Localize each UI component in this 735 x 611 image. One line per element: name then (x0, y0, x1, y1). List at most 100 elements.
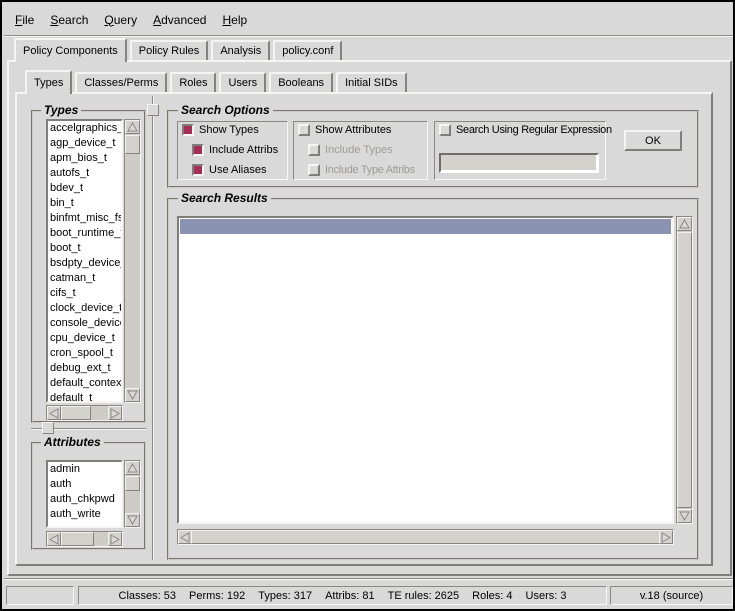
scroll-down-button[interactable] (125, 513, 140, 527)
checkbox-label: Use Aliases (209, 164, 266, 176)
menubar: File Search Query Advanced Help (4, 4, 735, 36)
subtab-booleans[interactable]: Booleans (269, 72, 333, 92)
scroll-right-button[interactable] (108, 406, 122, 420)
results-textarea[interactable] (177, 216, 674, 524)
regex-checkbox[interactable]: Search Using Regular Expression (439, 123, 612, 137)
list-item[interactable]: boot_runtime_t (50, 226, 121, 241)
list-item[interactable]: bin_t (50, 196, 121, 211)
menu-query[interactable]: Query (104, 13, 137, 27)
list-item[interactable]: autofs_t (50, 166, 121, 181)
scroll-up-icon (127, 122, 138, 132)
list-item[interactable]: admin (50, 462, 121, 477)
tab-policy-rules[interactable]: Policy Rules (130, 40, 209, 60)
subtab-classes-perms[interactable]: Classes/Perms (75, 72, 167, 92)
checkbox-unchecked-icon (298, 124, 310, 136)
checkbox-label: Show Attributes (315, 124, 391, 136)
include-attribs-checkbox[interactable]: Include Attribs (192, 143, 278, 157)
list-item[interactable]: auth (50, 477, 121, 492)
status-types: Types: 317 (258, 590, 312, 602)
scroll-down-button[interactable] (677, 509, 692, 523)
scroll-left-icon (180, 532, 190, 543)
list-item[interactable]: auth_chkpwd (50, 492, 121, 507)
list-item[interactable]: auth_write (50, 507, 121, 522)
menu-search[interactable]: Search (50, 13, 88, 27)
types-listbox[interactable]: accelgraphics_eagp_device_tapm_bios_taut… (46, 119, 123, 403)
list-item[interactable]: default_t (50, 391, 121, 403)
list-item[interactable]: apm_bios_t (50, 151, 121, 166)
types-groupbox-label: Types (41, 103, 81, 117)
list-item[interactable]: accelgraphics_e (50, 121, 121, 136)
ok-button[interactable]: OK (624, 130, 682, 151)
list-item[interactable]: clock_device_t (50, 301, 121, 316)
scrollbar-thumb[interactable] (61, 406, 91, 420)
scroll-left-button[interactable] (47, 406, 61, 420)
list-item[interactable]: cron_spool_t (50, 346, 121, 361)
types-horizontal-scrollbar[interactable] (46, 405, 123, 421)
scrollbar-thumb[interactable] (125, 476, 140, 491)
scroll-right-button[interactable] (108, 532, 122, 546)
scroll-down-button[interactable] (125, 388, 140, 402)
attributes-horizontal-scrollbar[interactable] (46, 531, 123, 547)
list-item[interactable]: console_device (50, 316, 121, 331)
tab-analysis[interactable]: Analysis (211, 40, 270, 60)
scrollbar-thumb[interactable] (191, 530, 660, 544)
attributes-groupbox-label: Attributes (41, 435, 104, 449)
scrollbar-thumb[interactable] (61, 532, 94, 546)
app-window: File Search Query Advanced Help Policy C… (0, 0, 735, 611)
scroll-left-button[interactable] (47, 532, 61, 546)
scrollbar-thumb[interactable] (677, 232, 692, 508)
use-aliases-checkbox[interactable]: Use Aliases (192, 163, 266, 177)
list-item[interactable]: bsdpty_device_ (50, 256, 121, 271)
search-options-groupbox-label: Search Options (178, 103, 273, 117)
results-horizontal-scrollbar[interactable] (177, 529, 674, 545)
types-vertical-scrollbar[interactable] (124, 119, 141, 403)
subtab-initial-sids[interactable]: Initial SIDs (336, 72, 407, 92)
status-users: Users: 3 (526, 590, 567, 602)
list-item[interactable]: cpu_device_t (50, 331, 121, 346)
menu-help[interactable]: Help (222, 13, 247, 27)
menu-advanced[interactable]: Advanced (153, 13, 206, 27)
regex-input[interactable] (439, 153, 599, 173)
attributes-listbox[interactable]: adminauthauth_chkpwdauth_write (46, 460, 123, 528)
status-te-rules: TE rules: 2625 (388, 590, 460, 602)
menu-file[interactable]: File (15, 13, 34, 27)
sash-handle[interactable] (42, 422, 54, 434)
scroll-up-button[interactable] (125, 120, 140, 134)
scroll-left-button[interactable] (178, 530, 192, 544)
list-item[interactable]: agp_device_t (50, 136, 121, 151)
list-item[interactable]: bdev_t (50, 181, 121, 196)
subtab-roles[interactable]: Roles (170, 72, 216, 92)
checkbox-unchecked-icon (439, 124, 451, 136)
scroll-left-icon (49, 408, 59, 419)
tab-policy-conf[interactable]: policy.conf (273, 40, 342, 60)
status-version: v.18 (source) (640, 590, 703, 602)
subtab-users[interactable]: Users (219, 72, 266, 92)
list-item[interactable]: catman_t (50, 271, 121, 286)
scroll-right-button[interactable] (659, 530, 673, 544)
status-roles: Roles: 4 (472, 590, 512, 602)
results-selected-line (180, 219, 671, 234)
scroll-down-icon (679, 511, 690, 521)
scroll-up-button[interactable] (125, 461, 140, 475)
scrollbar-thumb[interactable] (125, 135, 140, 154)
show-attributes-checkbox[interactable]: Show Attributes (298, 123, 391, 137)
search-results-groupbox-label: Search Results (178, 191, 271, 205)
include-types-checkbox: Include Types (308, 143, 393, 157)
results-vertical-scrollbar[interactable] (676, 216, 693, 524)
pane-sash-vertical[interactable] (152, 96, 153, 560)
checkbox-label: Search Using Regular Expression (456, 124, 612, 136)
show-types-checkbox[interactable]: Show Types (182, 123, 259, 137)
sash-handle[interactable] (147, 104, 159, 116)
tab-policy-components[interactable]: Policy Components (14, 38, 127, 62)
scroll-up-button[interactable] (677, 217, 692, 231)
scroll-down-icon (127, 515, 138, 525)
scroll-right-icon (110, 408, 120, 419)
list-item[interactable]: debug_ext_t (50, 361, 121, 376)
list-item[interactable]: boot_t (50, 241, 121, 256)
subtab-types[interactable]: Types (25, 70, 72, 94)
list-item[interactable]: binfmt_misc_fs (50, 211, 121, 226)
attributes-vertical-scrollbar[interactable] (124, 460, 141, 528)
list-item[interactable]: cifs_t (50, 286, 121, 301)
status-perms: Perms: 192 (189, 590, 245, 602)
list-item[interactable]: default_context (50, 376, 121, 391)
